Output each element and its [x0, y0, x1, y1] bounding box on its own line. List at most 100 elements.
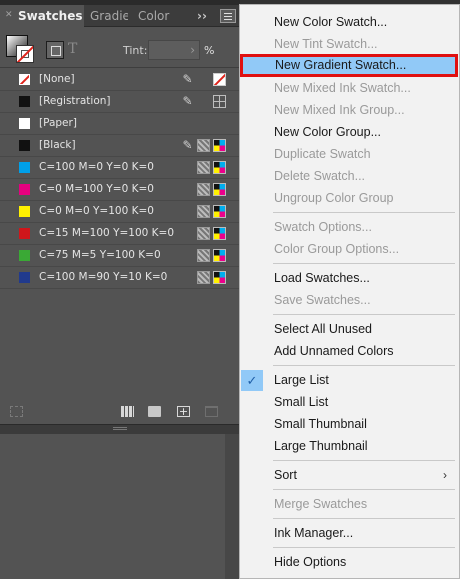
swatch-row-yellow[interactable]: C=0 M=0 Y=100 K=0	[0, 201, 240, 223]
swatch-name: C=0 M=100 Y=0 K=0	[39, 183, 154, 195]
panel-scroll-strip	[225, 434, 240, 579]
swatch-chip	[19, 184, 30, 195]
swatch-name: C=100 M=0 Y=0 K=0	[39, 161, 154, 173]
fill-stroke-icon[interactable]	[6, 35, 36, 65]
panel-footer: +	[0, 400, 240, 424]
menu-item-duplicate-swatch[interactable]: Duplicate Swatch	[240, 144, 459, 165]
cmyk-icon	[213, 205, 226, 218]
process-color-icon	[197, 183, 210, 196]
swatch-chip	[19, 250, 30, 261]
menu-item-label: Swatch Options...	[274, 220, 372, 234]
menu-item-new-mixed-ink-swatch[interactable]: New Mixed Ink Swatch...	[240, 78, 459, 99]
menu-item-large-list[interactable]: ✓ Large List	[240, 370, 459, 391]
menu-item-ungroup-color-group[interactable]: Ungroup Color Group	[240, 188, 459, 209]
tab-swatches-label: Swatches	[18, 9, 83, 23]
cmyk-icon	[213, 271, 226, 284]
panel-tab-bar: ✕ Swatches Gradient Color ››	[0, 5, 240, 28]
swatches-panel-menu: New Color Swatch... New Tint Swatch... N…	[239, 4, 460, 579]
tab-gradient-label: Gradient	[90, 9, 128, 23]
tab-swatches[interactable]: ✕ Swatches	[0, 5, 84, 28]
menu-item-small-list[interactable]: Small List	[240, 392, 459, 413]
menu-item-label: Add Unnamed Colors	[274, 344, 394, 358]
panel-resize-edge[interactable]	[0, 424, 240, 434]
panel-menu-icon[interactable]	[220, 9, 236, 23]
menu-item-label: New Mixed Ink Group...	[274, 103, 405, 117]
resize-grip-icon[interactable]	[113, 427, 127, 430]
menu-item-small-thumbnail[interactable]: Small Thumbnail	[240, 414, 459, 435]
menu-item-hide-options[interactable]: Hide Options	[240, 552, 459, 573]
menu-item-new-color-group[interactable]: New Color Group...	[240, 122, 459, 143]
formatting-affects-container-icon[interactable]	[46, 41, 64, 59]
menu-item-load-swatches[interactable]: Load Swatches...	[240, 268, 459, 289]
menu-item-swatch-options[interactable]: Swatch Options...	[240, 217, 459, 238]
menu-item-label: Small List	[274, 395, 329, 409]
menu-item-label: New Tint Swatch...	[274, 37, 378, 51]
menu-separator	[273, 314, 455, 315]
menu-item-label: Load Swatches...	[274, 271, 370, 285]
menu-separator	[273, 365, 455, 366]
tab-color[interactable]: Color	[132, 5, 176, 27]
menu-item-label: New Gradient Swatch...	[275, 58, 407, 72]
menu-item-new-gradient-swatch[interactable]: New Gradient Swatch...	[240, 54, 458, 77]
menu-item-merge-swatches[interactable]: Merge Swatches	[240, 494, 459, 515]
chevron-right-icon[interactable]: ›	[190, 43, 195, 57]
tab-gradient[interactable]: Gradient	[84, 5, 128, 27]
swatch-row-cyan[interactable]: C=100 M=0 Y=0 K=0	[0, 157, 240, 179]
cmyk-icon	[213, 139, 226, 152]
swatch-name: [Black]	[39, 139, 76, 151]
menu-item-label: Duplicate Swatch	[274, 147, 371, 161]
menu-item-label: Color Group Options...	[274, 242, 400, 256]
menu-item-label: Delete Swatch...	[274, 169, 366, 183]
menu-item-color-group-options[interactable]: Color Group Options...	[240, 239, 459, 260]
new-swatch-icon[interactable]: +	[177, 406, 190, 417]
swatch-row-magenta[interactable]: C=0 M=100 Y=0 K=0	[0, 179, 240, 201]
menu-item-delete-swatch[interactable]: Delete Swatch...	[240, 166, 459, 187]
menu-item-label: Merge Swatches	[274, 497, 368, 511]
menu-item-large-thumbnail[interactable]: Large Thumbnail	[240, 436, 459, 457]
swatches-panel: ✕ Swatches Gradient Color ›› T Tint: › %	[0, 0, 240, 579]
menu-item-new-mixed-ink-group[interactable]: New Mixed Ink Group...	[240, 100, 459, 121]
menu-separator	[273, 460, 455, 461]
tint-percent-sign: %	[204, 44, 215, 57]
stroke-swatch[interactable]	[16, 45, 34, 63]
swatch-chip	[19, 96, 30, 107]
swatch-row-green[interactable]: C=75 M=5 Y=100 K=0	[0, 245, 240, 267]
menu-item-ink-manager[interactable]: Ink Manager...	[240, 523, 459, 544]
swatch-chip	[19, 162, 30, 173]
cmyk-icon	[213, 183, 226, 196]
swatch-name: [Registration]	[39, 95, 111, 107]
menu-item-sort[interactable]: Sort ›	[240, 465, 459, 486]
swatch-views-icon[interactable]	[121, 406, 134, 417]
menu-item-add-unnamed-colors[interactable]: Add Unnamed Colors	[240, 341, 459, 362]
menu-item-select-all-unused[interactable]: Select All Unused	[240, 319, 459, 340]
show-swatch-kinds-icon[interactable]	[10, 406, 23, 417]
swatch-name: C=75 M=5 Y=100 K=0	[39, 249, 161, 261]
registration-icon	[213, 95, 226, 108]
double-chevron-icon[interactable]: ››	[197, 5, 207, 27]
formatting-affects-text-icon[interactable]: T	[68, 41, 77, 57]
menu-item-label: Small Thumbnail	[274, 417, 367, 431]
menu-item-save-swatches[interactable]: Save Swatches...	[240, 290, 459, 311]
menu-item-new-color-swatch[interactable]: New Color Swatch...	[240, 12, 459, 33]
cmyk-icon	[213, 161, 226, 174]
process-color-icon	[197, 161, 210, 174]
trash-icon[interactable]	[205, 406, 218, 417]
tint-field[interactable]: ›	[148, 40, 200, 60]
tab-color-label: Color	[138, 9, 170, 23]
swatch-name: [None]	[39, 73, 75, 85]
checkmark-icon: ✓	[241, 370, 263, 391]
close-icon[interactable]: ✕	[5, 5, 13, 25]
menu-item-new-tint-swatch[interactable]: New Tint Swatch...	[240, 34, 459, 55]
menu-separator	[273, 489, 455, 490]
swatch-row-none[interactable]: [None] ✎	[0, 69, 240, 91]
swatch-row-paper[interactable]: [Paper]	[0, 113, 240, 135]
menu-item-label: Save Swatches...	[274, 293, 371, 307]
swatch-row-black[interactable]: [Black] ✎	[0, 135, 240, 157]
swatch-row-red[interactable]: C=15 M=100 Y=100 K=0	[0, 223, 240, 245]
swatch-name: [Paper]	[39, 117, 77, 129]
swatch-row-blue[interactable]: C=100 M=90 Y=10 K=0	[0, 267, 240, 289]
new-color-group-icon[interactable]	[148, 406, 161, 417]
swatch-row-registration[interactable]: [Registration] ✎	[0, 91, 240, 113]
menu-item-label: Sort	[274, 468, 297, 482]
cmyk-icon	[213, 227, 226, 240]
